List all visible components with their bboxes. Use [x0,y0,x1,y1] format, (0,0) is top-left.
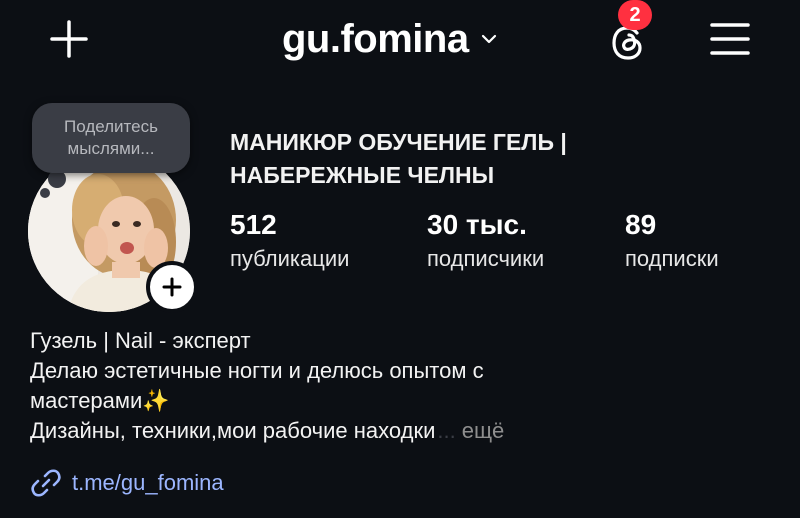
link-icon [31,469,61,497]
stat-following-count: 89 [625,209,657,240]
stat-posts-count: 512 [230,209,277,240]
link-text: t.me/gu_fomina [72,470,224,495]
bio-line: мастерами✨ [30,386,770,416]
plus-icon [162,277,182,297]
bio-text: мастерами [30,388,143,413]
profile-link[interactable]: t.me/gu_fomina [30,467,224,499]
account-switcher[interactable]: gu.fomina [282,14,499,64]
bio-line: Гузель | Nail - эксперт [30,328,251,353]
menu-icon [710,23,750,55]
bio-text: Дизайны, техники,мои рабочие находки [30,418,436,443]
bio-line: Дизайны, техники,мои рабочие находки... е… [30,416,770,446]
stat-followers-label: подписчики [427,246,545,271]
add-story-button[interactable] [146,261,198,313]
new-post-button[interactable] [48,18,90,60]
bio-more-link[interactable]: ещё [462,418,505,443]
sparkles-emoji: ✨ [142,388,170,413]
profile-username: gu.fomina [282,16,469,61]
stat-following-label: подписки [625,246,719,271]
bio-line: Делаю эстетичные ногти и делюсь опытом с [30,358,484,383]
note-bubble[interactable]: Поделитесь мыслями... [32,103,190,173]
notification-badge: 2 [618,0,652,30]
note-placeholder: Поделитесь мыслями... [64,117,158,158]
stat-posts[interactable]: 512 публикации [230,208,349,274]
stat-posts-label: публикации [230,246,350,271]
profile-category: МАНИКЮР ОБУЧЕНИЕ ГЕЛЬ | НАБЕРЕЖНЫЕ ЧЕЛНЫ [230,129,567,188]
stat-following[interactable]: 89 подписки [625,208,719,274]
note-bubble-tail-dot [40,188,50,198]
chevron-down-icon [479,29,499,49]
plus-icon [50,20,88,58]
bio-ellipsis: ... [437,418,456,443]
stat-followers[interactable]: 30 тыс. подписчики [427,208,544,274]
stat-followers-count: 30 тыс. [427,209,527,240]
profile-bio: Гузель | Nail - эксперт Делаю эстетичные… [30,326,770,446]
menu-button[interactable] [709,20,751,58]
